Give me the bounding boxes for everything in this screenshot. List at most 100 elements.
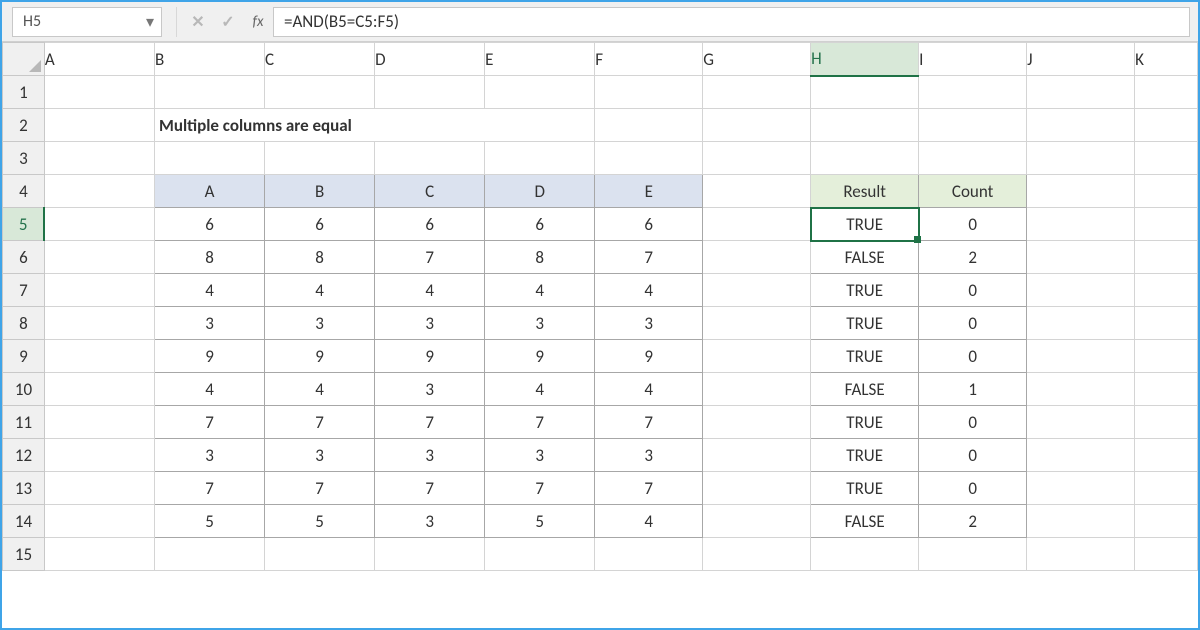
data-cell[interactable]: 4 [595,373,703,406]
row-header-10[interactable]: 10 [3,373,45,406]
data-cell[interactable]: 7 [595,472,703,505]
cell[interactable] [1027,340,1135,373]
col-header-E[interactable]: E [485,43,595,76]
row-header-15[interactable]: 15 [3,538,45,571]
row-header-8[interactable]: 8 [3,307,45,340]
cell[interactable] [265,538,375,571]
row-header-4[interactable]: 4 [3,175,45,208]
cell[interactable] [703,241,811,274]
data-cell[interactable]: 3 [154,307,264,340]
data-cell[interactable]: 8 [265,241,375,274]
cell[interactable] [703,538,811,571]
cell[interactable] [1135,307,1198,340]
data-cell[interactable]: 5 [154,505,264,538]
cell[interactable] [1135,472,1198,505]
row-header-7[interactable]: 7 [3,274,45,307]
name-box[interactable]: H5 ▾ [12,7,162,37]
cell[interactable] [44,505,154,538]
cell[interactable] [265,76,375,109]
cell[interactable] [703,76,811,109]
cell[interactable] [595,142,703,175]
data-cell[interactable]: 7 [595,241,703,274]
data-header[interactable]: C [375,175,485,208]
cell[interactable] [1027,472,1135,505]
cell[interactable] [703,208,811,241]
cell[interactable] [1027,538,1135,571]
data-cell[interactable]: 3 [154,439,264,472]
result-cell[interactable]: FALSE [811,505,919,538]
row-header-11[interactable]: 11 [3,406,45,439]
cell[interactable] [44,406,154,439]
result-cell[interactable]: TRUE [811,406,919,439]
data-cell[interactable]: 3 [375,307,485,340]
cell[interactable] [1027,175,1135,208]
count-header[interactable]: Count [919,175,1027,208]
cell[interactable] [1135,76,1198,109]
cell[interactable] [1027,307,1135,340]
cell[interactable] [44,439,154,472]
data-cell[interactable]: 4 [485,373,595,406]
count-cell[interactable]: 0 [919,307,1027,340]
data-cell[interactable]: 4 [595,274,703,307]
data-cell[interactable]: 6 [595,208,703,241]
cell[interactable] [1135,142,1198,175]
cell[interactable] [1135,208,1198,241]
result-cell[interactable]: TRUE [811,340,919,373]
data-cell[interactable]: 4 [265,373,375,406]
cell[interactable] [703,307,811,340]
cell[interactable] [154,538,264,571]
data-cell[interactable]: 3 [375,373,485,406]
cell[interactable] [919,109,1027,142]
cell[interactable] [1027,142,1135,175]
cell[interactable] [1027,109,1135,142]
data-cell[interactable]: 7 [375,472,485,505]
data-cell[interactable]: 8 [154,241,264,274]
row-header-13[interactable]: 13 [3,472,45,505]
result-cell[interactable]: FALSE [811,241,919,274]
data-cell[interactable]: 4 [154,373,264,406]
data-cell[interactable]: 7 [595,406,703,439]
cell[interactable] [703,142,811,175]
count-cell[interactable]: 1 [919,373,1027,406]
data-cell[interactable]: 3 [595,439,703,472]
data-cell[interactable]: 5 [265,505,375,538]
select-all-button[interactable] [3,43,45,76]
result-header[interactable]: Result [811,175,919,208]
col-header-A[interactable]: A [44,43,154,76]
data-cell[interactable]: 4 [265,274,375,307]
cell[interactable] [811,538,919,571]
count-cell[interactable]: 0 [919,208,1027,241]
row-header-2[interactable]: 2 [3,109,45,142]
cell[interactable] [44,76,154,109]
data-cell[interactable]: 3 [595,307,703,340]
count-cell[interactable]: 0 [919,274,1027,307]
col-header-K[interactable]: K [1135,43,1198,76]
cell[interactable] [44,307,154,340]
cell[interactable] [595,109,703,142]
row-header-5[interactable]: 5 [3,208,45,241]
cell[interactable] [44,241,154,274]
cell[interactable] [919,142,1027,175]
cell[interactable] [811,142,919,175]
cell[interactable] [44,274,154,307]
data-cell[interactable]: 5 [485,505,595,538]
confirm-formula-button[interactable]: ✓ [213,7,243,37]
data-cell[interactable]: 7 [485,406,595,439]
cell[interactable] [1027,274,1135,307]
data-header[interactable]: E [595,175,703,208]
data-cell[interactable]: 6 [485,208,595,241]
data-cell[interactable]: 3 [485,439,595,472]
result-cell-active[interactable]: TRUE [811,208,919,241]
result-cell[interactable]: TRUE [811,439,919,472]
data-cell[interactable]: 3 [375,439,485,472]
cell[interactable] [375,76,485,109]
cell[interactable] [1135,406,1198,439]
data-cell[interactable]: 9 [485,340,595,373]
cell[interactable] [154,142,264,175]
data-cell[interactable]: 6 [375,208,485,241]
data-header[interactable]: B [265,175,375,208]
col-header-I[interactable]: I [919,43,1027,76]
cell[interactable] [485,76,595,109]
cell[interactable] [703,373,811,406]
cell[interactable] [1027,439,1135,472]
